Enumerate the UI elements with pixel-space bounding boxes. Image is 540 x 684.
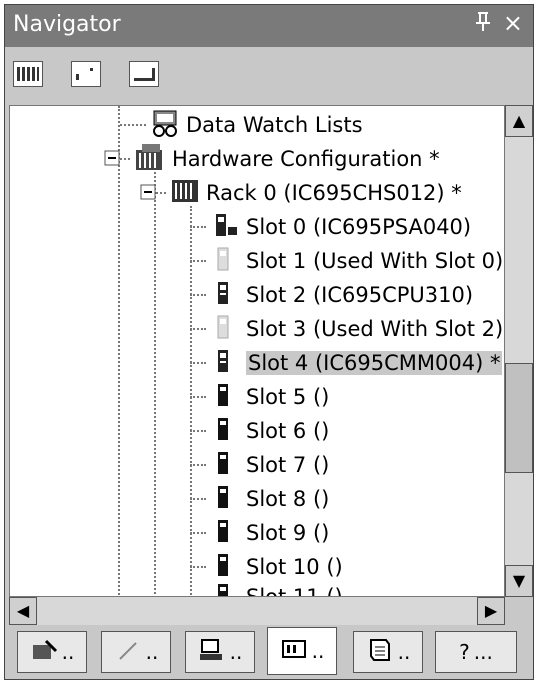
tab-label: ..	[311, 639, 325, 663]
hardware-config-icon	[134, 142, 166, 177]
close-icon[interactable]: ×	[503, 9, 523, 37]
tree-item-slot-5[interactable]: Slot 5 ()	[190, 380, 329, 414]
tree-item-slot-3[interactable]: Slot 3 (Used With Slot 2)	[190, 312, 503, 346]
tab-tools[interactable]: ..	[101, 631, 171, 673]
vertical-scrollbar[interactable]: ▲ ▼	[505, 105, 533, 597]
module-icon	[210, 347, 240, 380]
empty-slot-icon	[210, 517, 240, 550]
tree-item-label: Slot 10 ()	[246, 555, 343, 579]
tree-item-slot-8[interactable]: Slot 8 ()	[190, 482, 329, 516]
empty-slot-icon	[210, 415, 240, 448]
tree-item-slot-2[interactable]: Slot 2 (IC695CPU310)	[190, 278, 473, 312]
tree-item-label: Hardware Configuration *	[172, 147, 440, 171]
tab-document[interactable]: ..	[353, 631, 423, 673]
pin-icon[interactable]	[473, 11, 493, 39]
toolbar	[5, 47, 533, 105]
window-title: Navigator	[13, 12, 121, 37]
tree-item-slot-6[interactable]: Slot 6 ()	[190, 414, 329, 448]
empty-slot-icon	[210, 483, 240, 516]
tab-label: ..	[145, 640, 159, 664]
tree-item-label: Slot 7 ()	[246, 453, 330, 477]
project-tree: Data Watch Lists Hardware Configuration …	[9, 105, 505, 597]
scroll-up-icon[interactable]: ▲	[505, 105, 533, 137]
tree-item-label: Slot 8 ()	[246, 487, 330, 511]
tree-item-label: Slot 4 (IC695CMM004) *	[246, 351, 503, 375]
tree-guide-line	[154, 172, 156, 596]
horizontal-scrollbar[interactable]: ◀ ▶	[9, 597, 505, 625]
tab-label: ..	[61, 640, 75, 664]
tree-item-label: Slot 0 (IC695PSA040)	[246, 215, 472, 239]
view-list-icon[interactable]	[129, 61, 159, 87]
empty-slot-icon	[210, 449, 240, 482]
tab-hardware[interactable]: ..	[267, 627, 337, 675]
scroll-down-icon[interactable]: ▼	[505, 565, 533, 597]
tree-guide-line	[118, 106, 120, 596]
empty-slot-icon	[210, 381, 240, 414]
hardware-tab-icon	[280, 636, 308, 667]
slot-used-icon	[210, 313, 240, 346]
title-bar: Navigator ×	[5, 5, 533, 47]
tree-item-label: Slot 6 ()	[246, 419, 330, 443]
tab-help[interactable]: ? ...	[435, 631, 517, 673]
tree-item-slot-9[interactable]: Slot 9 ()	[190, 516, 329, 550]
tree-item-label: Slot 2 (IC695CPU310)	[246, 283, 474, 307]
tree-item-slot-10[interactable]: Slot 10 ()	[190, 550, 343, 584]
tree-item-data-watch-lists[interactable]: Data Watch Lists	[120, 108, 363, 142]
vertical-scroll-thumb[interactable]	[505, 363, 533, 473]
data-watch-icon	[150, 108, 180, 143]
navigator-tab-bar: .. .. .. .. .. ? ...	[5, 625, 533, 679]
project-tab-icon	[30, 637, 58, 668]
scroll-right-icon[interactable]: ▶	[477, 597, 505, 625]
tree-item-label: Rack 0 (IC695CHS012) *	[206, 181, 462, 205]
view-layout-icon[interactable]	[71, 61, 101, 87]
help-tab-icon: ?	[459, 640, 470, 664]
view-grid-icon[interactable]	[13, 61, 43, 87]
tab-label: ...	[473, 640, 493, 664]
power-supply-icon	[210, 211, 240, 244]
navigator-window: Navigator × Data Watch Lists Hardware Co…	[4, 4, 534, 680]
tree-item-label: Data Watch Lists	[186, 113, 363, 137]
tab-label: ..	[229, 640, 243, 664]
cpu-module-icon	[210, 279, 240, 312]
empty-slot-icon	[210, 581, 240, 596]
tree-item-label: Slot 9 ()	[246, 521, 330, 545]
tree-item-label: Slot 1 (Used With Slot 0)	[246, 249, 504, 273]
document-tab-icon	[366, 637, 394, 668]
tree-item-label: Slot 5 ()	[246, 385, 330, 409]
computer-tab-icon	[198, 637, 226, 668]
scroll-left-icon[interactable]: ◀	[9, 597, 37, 625]
tree-item-slot-11[interactable]: Slot 11 ()	[190, 580, 343, 597]
empty-slot-icon	[210, 551, 240, 584]
tools-tab-icon	[114, 637, 142, 668]
tree-item-slot-0[interactable]: Slot 0 (IC695PSA040)	[190, 210, 471, 244]
rack-icon	[170, 177, 200, 210]
tree-item-slot-7[interactable]: Slot 7 ()	[190, 448, 329, 482]
tree-item-slot-4[interactable]: Slot 4 (IC695CMM004) *	[190, 346, 503, 380]
tree-item-slot-1[interactable]: Slot 1 (Used With Slot 0)	[190, 244, 503, 278]
tree-item-label: Slot 11 ()	[246, 585, 343, 597]
collapse-icon[interactable]	[140, 181, 156, 205]
tree-item-label: Slot 3 (Used With Slot 2)	[246, 317, 504, 341]
slot-used-icon	[210, 245, 240, 278]
tree-item-rack-0[interactable]: Rack 0 (IC695CHS012) *	[140, 176, 462, 210]
tab-label: ..	[397, 640, 411, 664]
tree-item-hardware-configuration[interactable]: Hardware Configuration *	[104, 142, 440, 176]
tab-computer[interactable]: ..	[185, 631, 255, 673]
collapse-icon[interactable]	[104, 147, 120, 171]
tab-project[interactable]: ..	[17, 631, 87, 673]
